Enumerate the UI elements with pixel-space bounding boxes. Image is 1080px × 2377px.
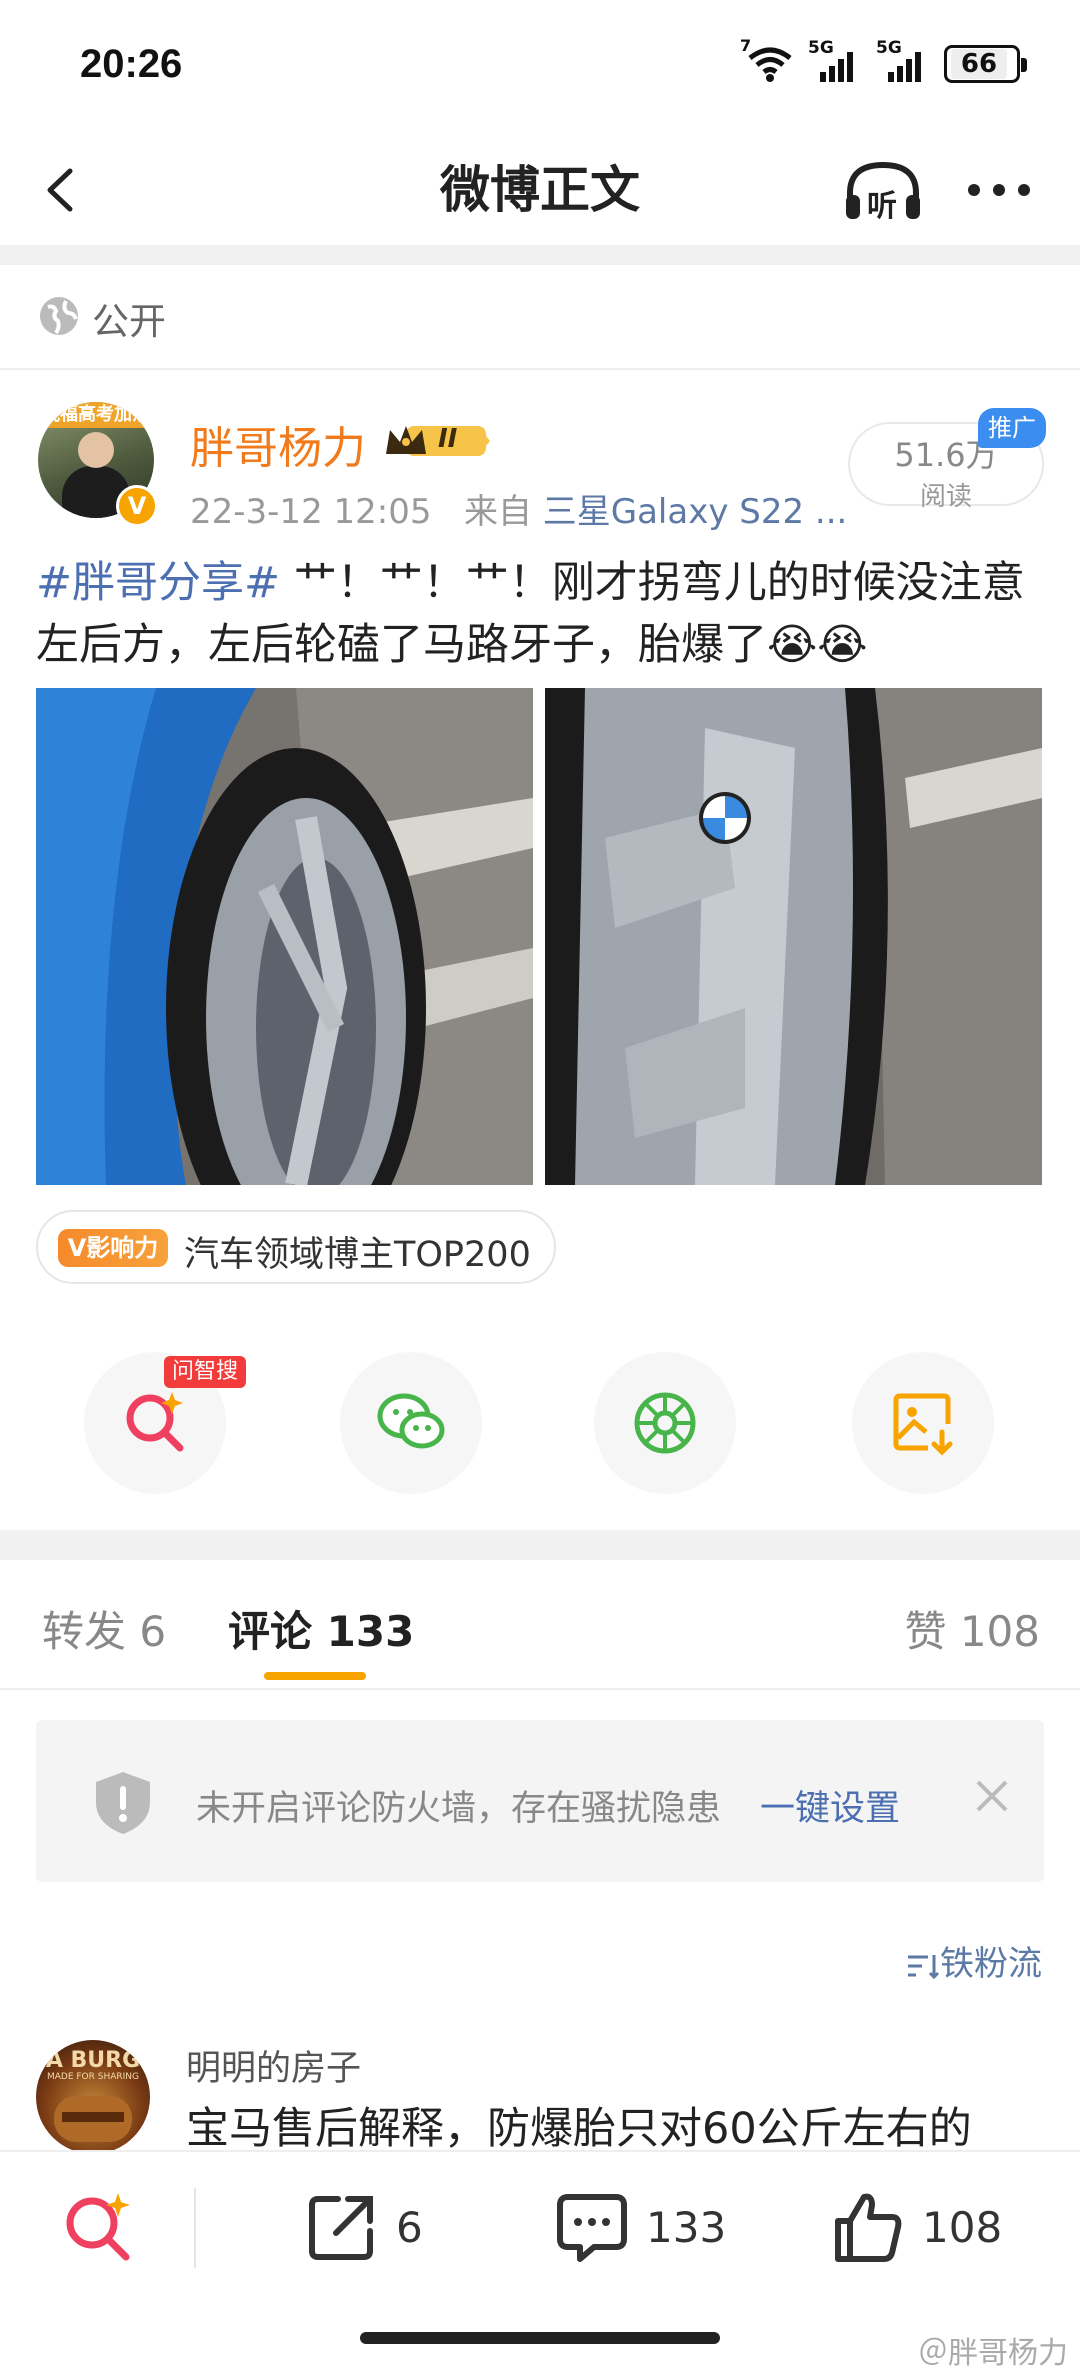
status-bar: 20:26 7 5G 5G 66 — [0, 0, 1080, 135]
post-meta: 22-3-12 12:05 来自 三星Galaxy S22 ... — [190, 484, 847, 533]
repost-button[interactable]: 6 — [304, 2152, 423, 2302]
tab-reposts-count: 6 — [139, 1607, 167, 1656]
post-body: #胖哥分享# 艹！艹！艹！刚才拐弯儿的时候没注意左后方，左后轮磕了马路牙子，胎爆… — [36, 552, 1046, 676]
visibility-label: 公开 — [92, 300, 166, 343]
level-label: II — [438, 424, 458, 454]
post-tabs: 转发 6 评论 133 赞 108 — [0, 1560, 1080, 1690]
bottom-search-button[interactable] — [60, 2152, 136, 2302]
source-prefix: 来自 — [463, 492, 532, 532]
nav-bar: 微博正文 听 — [0, 135, 1080, 245]
image-download-icon — [893, 1393, 953, 1456]
post-date: 22-3-12 12:05 — [190, 492, 432, 532]
tab-likes-count: 108 — [959, 1607, 1040, 1656]
ai-search-icon — [126, 1392, 184, 1452]
wifi-icon: 7 — [740, 36, 794, 84]
sort-label: 铁粉流 — [940, 1944, 1042, 1984]
section-divider — [0, 1530, 1080, 1560]
share-icon — [309, 2196, 373, 2260]
listen-label: 听 — [867, 189, 897, 224]
like-count: 108 — [922, 2202, 1003, 2252]
commenter-name[interactable]: 明明的房子 — [186, 2040, 361, 2091]
more-dots-icon — [968, 184, 1030, 196]
moments-icon — [634, 1392, 696, 1454]
comment-button[interactable]: 133 — [554, 2152, 726, 2302]
share-moments-button[interactable] — [594, 1352, 736, 1494]
author-name[interactable]: 胖哥杨力 — [190, 412, 366, 476]
divider — [0, 245, 1080, 265]
read-label: 阅读 — [919, 482, 972, 512]
battery-icon: 66 — [944, 45, 1027, 83]
share-wechat-button[interactable] — [340, 1352, 482, 1494]
sort-toggle[interactable]: 铁粉流 — [906, 1936, 1042, 1985]
comment-count: 133 — [646, 2202, 727, 2252]
globe-icon — [40, 297, 78, 335]
wifi-badge: 7 — [740, 36, 752, 55]
status-icons: 7 5G 5G 66 — [740, 36, 1027, 84]
promote-badge[interactable]: 推广 — [978, 408, 1046, 448]
comment-text: 宝马售后解释，防爆胎只对60公斤左右的 — [186, 2104, 972, 2154]
more-button[interactable] — [966, 175, 1032, 205]
commenter-avatar-caption: A BURG — [45, 2048, 141, 2073]
close-icon — [976, 1780, 1008, 1812]
member-level-badge[interactable]: II — [382, 420, 492, 462]
watermark: ＠胖哥杨力 — [918, 2336, 1068, 2371]
influence-badge: V影响力 — [58, 1229, 168, 1267]
thumbs-up-icon — [835, 2193, 902, 2262]
listen-button[interactable]: 听 — [842, 159, 924, 224]
tab-reposts-label: 转发 — [42, 1607, 127, 1656]
tab-likes-label: 赞 — [904, 1607, 947, 1656]
save-image-button[interactable] — [852, 1352, 994, 1494]
source-device[interactable]: 三星Galaxy S22 ... — [543, 492, 848, 532]
tab-comments-label: 评论 — [228, 1607, 313, 1656]
post-photo-2[interactable] — [545, 688, 1042, 1185]
tab-likes[interactable]: 赞 108 — [904, 1598, 1040, 1659]
shield-icon — [96, 1772, 150, 1834]
bar-divider — [194, 2188, 196, 2268]
visibility-row: 公开 — [0, 265, 1080, 370]
repost-count: 6 — [396, 2202, 423, 2252]
sort-icon — [908, 1954, 940, 1979]
commenter-avatar-sub: MADE FOR SHARING — [46, 2072, 140, 2082]
commenter-avatar[interactable]: A BURG MADE FOR SHARING — [36, 2040, 150, 2154]
signal-icon-1: 5G — [808, 38, 862, 84]
influence-text: 汽车领域博主TOP200 — [184, 1235, 531, 1275]
tab-comments-count: 133 — [326, 1607, 415, 1656]
signal-icon-2: 5G — [876, 38, 930, 84]
status-time: 20:26 — [80, 42, 183, 86]
active-tab-indicator — [264, 1672, 366, 1680]
tab-comments[interactable]: 评论 133 — [228, 1598, 414, 1659]
home-indicator[interactable] — [360, 2332, 720, 2344]
ask-search-tag: 问智搜 — [164, 1356, 246, 1388]
post-photo-1[interactable] — [36, 688, 533, 1185]
battery-level: 66 — [951, 49, 1007, 79]
comment-firewall-notice: 未开启评论防火墙，存在骚扰隐患 一键设置 — [36, 1720, 1044, 1882]
tab-reposts[interactable]: 转发 6 — [42, 1598, 166, 1659]
wechat-icon — [377, 1393, 445, 1449]
influence-tag[interactable]: V影响力 汽车领域博主TOP200 — [36, 1210, 556, 1284]
comment-icon — [557, 2194, 627, 2262]
hashtag-link[interactable]: #胖哥分享# — [36, 558, 280, 608]
like-button[interactable]: 108 — [830, 2152, 1002, 2302]
ai-search-icon — [66, 2193, 130, 2261]
crown-icon — [386, 426, 490, 456]
firewall-text: 未开启评论防火墙，存在骚扰隐患 — [196, 1789, 722, 1829]
avatar-caption: 祝福高考加油 — [38, 402, 154, 428]
firewall-setup-link[interactable]: 一键设置 — [760, 1780, 900, 1831]
verified-badge: V — [116, 485, 158, 527]
close-button[interactable] — [972, 1776, 1012, 1827]
bottom-action-bar: 6 133 108 — [0, 2150, 1080, 2300]
